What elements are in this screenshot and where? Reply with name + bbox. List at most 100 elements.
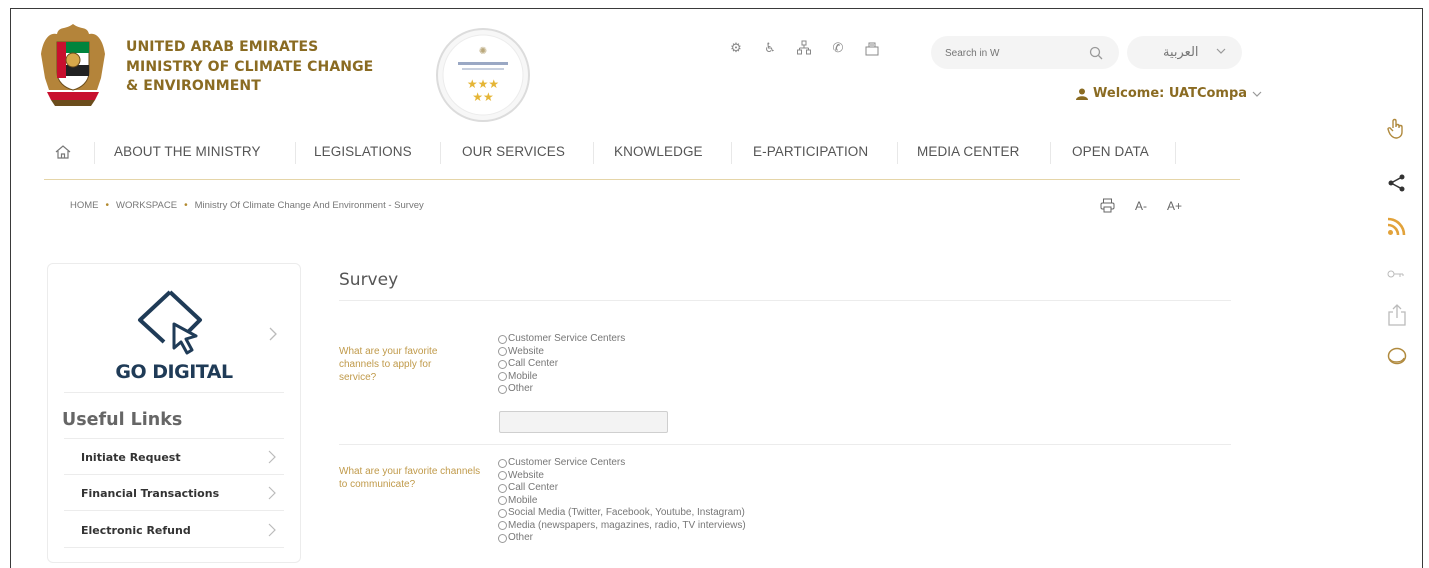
option-label: Social Media (Twitter, Facebook, Youtube… bbox=[508, 507, 745, 518]
user-icon bbox=[1076, 88, 1088, 100]
feedback-icon[interactable] bbox=[865, 40, 879, 56]
radio-button[interactable] bbox=[498, 372, 507, 382]
radio-button[interactable] bbox=[498, 458, 507, 468]
utility-icons: ⚙ ♿ ✆ bbox=[729, 40, 879, 56]
chevron-down-icon bbox=[1252, 91, 1262, 97]
svg-text:★★: ★★ bbox=[472, 90, 494, 104]
accessibility-icon[interactable]: ♿ bbox=[763, 40, 777, 56]
search-input[interactable] bbox=[945, 44, 1075, 62]
breadcrumb-current: Ministry Of Climate Change And Environme… bbox=[194, 200, 424, 211]
breadcrumb-separator: • bbox=[184, 200, 188, 211]
radio-option[interactable]: Mobile bbox=[498, 495, 746, 508]
org-line-3: & ENVIRONMENT bbox=[126, 78, 261, 94]
option-label: Website bbox=[508, 469, 544, 481]
option-label: Website bbox=[508, 345, 544, 357]
share-icon[interactable] bbox=[1387, 173, 1407, 198]
font-increase-button[interactable]: A+ bbox=[1167, 199, 1182, 213]
font-decrease-button[interactable]: A- bbox=[1135, 199, 1147, 213]
radio-button[interactable] bbox=[498, 359, 507, 369]
sidebar-link-electronic-refund[interactable]: Electronic Refund bbox=[81, 524, 191, 537]
excellence-seal-icon: ✺ ★★★ ★★ bbox=[436, 28, 530, 122]
nav-media-center[interactable]: MEDIA CENTER bbox=[917, 144, 1019, 159]
option-label: Other bbox=[508, 383, 534, 394]
org-line-1: UNITED ARAB EMIRATES bbox=[126, 39, 319, 55]
chevron-right-icon[interactable] bbox=[268, 326, 278, 342]
question-2-label: What are your favorite channels to commu… bbox=[339, 466, 481, 490]
uae-emblem-icon bbox=[41, 24, 105, 106]
go-digital-label[interactable]: GO DIGITAL bbox=[48, 361, 300, 383]
radio-option[interactable]: Social Media (Twitter, Facebook, Youtube… bbox=[498, 507, 746, 520]
sidebar-divider bbox=[64, 392, 284, 393]
question-2-options: Customer Service Centers Website Call Ce… bbox=[498, 457, 746, 545]
print-icon[interactable] bbox=[1100, 198, 1115, 213]
option-label: Other bbox=[508, 532, 534, 543]
nav-e-participation[interactable]: E-PARTICIPATION bbox=[753, 144, 868, 159]
nav-open-data[interactable]: OPEN DATA bbox=[1072, 144, 1149, 159]
radio-button[interactable] bbox=[498, 508, 507, 518]
radio-option[interactable]: Call Center bbox=[498, 358, 625, 371]
user-menu[interactable]: Welcome: UATCompa bbox=[1076, 86, 1262, 101]
radio-option[interactable]: Mobile bbox=[498, 371, 625, 384]
rss-icon[interactable] bbox=[1387, 216, 1407, 241]
nav-divider bbox=[94, 142, 95, 164]
sidebar: GO DIGITAL Useful Links Initiate Request… bbox=[47, 263, 301, 563]
welcome-text: Welcome: UATCompa bbox=[1093, 86, 1248, 101]
chevron-right-icon bbox=[268, 523, 276, 537]
sidebar-link-initiate-request[interactable]: Initiate Request bbox=[81, 451, 181, 464]
chevron-down-icon bbox=[1216, 48, 1226, 54]
radio-option[interactable]: Website bbox=[498, 346, 625, 359]
phone-icon[interactable]: ✆ bbox=[831, 40, 845, 56]
touch-icon[interactable] bbox=[1387, 118, 1407, 145]
go-digital-icon bbox=[138, 290, 202, 355]
sidebar-divider bbox=[64, 438, 284, 439]
other-text-field[interactable] bbox=[499, 411, 668, 433]
ministry-name: UNITED ARAB EMIRATES MINISTRY OF CLIMATE… bbox=[126, 38, 373, 97]
chevron-right-icon bbox=[268, 486, 276, 500]
chat-icon[interactable] bbox=[1387, 346, 1407, 371]
nav-divider bbox=[1050, 142, 1051, 164]
radio-option[interactable]: Media (newspapers, magazines, radio, TV … bbox=[498, 520, 746, 533]
sidebar-divider bbox=[64, 547, 284, 548]
nav-divider bbox=[731, 142, 732, 164]
nav-divider bbox=[897, 142, 898, 164]
radio-button[interactable] bbox=[498, 533, 507, 543]
nav-about-ministry[interactable]: ABOUT THE MINISTRY bbox=[114, 144, 261, 159]
search-icon[interactable] bbox=[1089, 46, 1103, 60]
settings-icon[interactable]: ⚙ bbox=[729, 40, 743, 56]
nav-our-services[interactable]: OUR SERVICES bbox=[462, 144, 565, 159]
radio-option[interactable]: Other bbox=[498, 383, 625, 396]
breadcrumb-home[interactable]: HOME bbox=[70, 200, 99, 211]
sidebar-link-financial-transactions[interactable]: Financial Transactions bbox=[81, 487, 219, 500]
key-icon[interactable] bbox=[1387, 266, 1405, 284]
radio-option[interactable]: Call Center bbox=[498, 482, 746, 495]
option-label: Media (newspapers, magazines, radio, TV … bbox=[508, 519, 746, 531]
breadcrumb-separator: • bbox=[105, 200, 110, 211]
radio-option[interactable]: Other bbox=[498, 532, 746, 545]
radio-button[interactable] bbox=[498, 483, 507, 493]
sitemap-icon[interactable] bbox=[797, 40, 811, 56]
language-selector[interactable]: العربية bbox=[1127, 36, 1242, 69]
nav-divider bbox=[1175, 142, 1176, 164]
survey-divider bbox=[339, 300, 1231, 301]
radio-option[interactable]: Customer Service Centers bbox=[498, 333, 625, 346]
upload-icon[interactable] bbox=[1387, 304, 1407, 331]
nav-knowledge[interactable]: KNOWLEDGE bbox=[614, 144, 703, 159]
breadcrumb: HOME • WORKSPACE • Ministry Of Climate C… bbox=[70, 200, 424, 211]
radio-button[interactable] bbox=[498, 471, 507, 481]
breadcrumb-workspace[interactable]: WORKSPACE bbox=[116, 200, 177, 211]
radio-option[interactable]: Website bbox=[498, 470, 746, 483]
question-1-label: What are your favorite channels to apply… bbox=[339, 346, 438, 383]
radio-button[interactable] bbox=[498, 384, 507, 394]
org-line-2: MINISTRY OF CLIMATE CHANGE bbox=[126, 58, 374, 75]
home-icon[interactable] bbox=[54, 143, 72, 161]
radio-button[interactable] bbox=[498, 521, 507, 531]
question-1-options: Customer Service Centers Website Call Ce… bbox=[498, 333, 625, 396]
option-label: Call Center bbox=[508, 358, 559, 369]
nav-legislations[interactable]: LEGISLATIONS bbox=[314, 144, 412, 159]
radio-option[interactable]: Customer Service Centers bbox=[498, 457, 746, 470]
radio-button[interactable] bbox=[498, 347, 507, 357]
radio-button[interactable] bbox=[498, 334, 507, 344]
radio-button[interactable] bbox=[498, 496, 507, 506]
nav-divider bbox=[593, 142, 594, 164]
search-box bbox=[931, 36, 1119, 69]
